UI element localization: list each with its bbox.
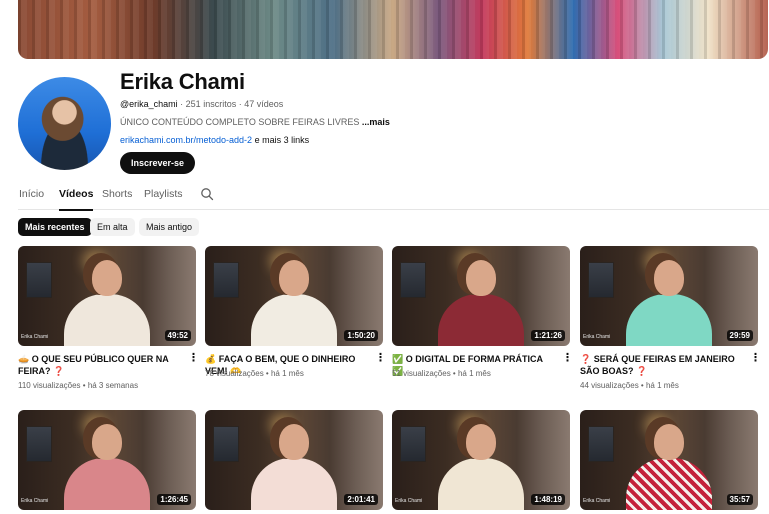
view-count: 51 visualizações xyxy=(392,369,451,378)
video-stats: 110 visualizações • há 3 semanas xyxy=(18,381,139,390)
thumbnail-brand: Erika Chami xyxy=(583,498,611,504)
video-title[interactable]: 🥧 O QUE SEU PÚBLICO QUER NA FEIRA? ❓ xyxy=(18,353,180,377)
view-count: 110 visualizações xyxy=(18,381,81,390)
video-duration: 1:50:20 xyxy=(344,330,378,341)
thumbnail-brand: Erika Chami xyxy=(583,334,611,340)
video-age: há 3 semanas xyxy=(87,381,139,390)
view-count: 78 visualizações xyxy=(205,369,264,378)
tab-videos[interactable]: Vídeos xyxy=(59,188,94,211)
subscriber-count: 251 inscritos xyxy=(185,99,237,109)
video-thumbnail[interactable]: Erika Chami 35:57 xyxy=(580,410,758,510)
video-duration: 2:01:41 xyxy=(344,494,378,505)
video-age: há 1 mês xyxy=(270,369,304,378)
video-duration: 35:57 xyxy=(726,494,753,505)
description-more-button[interactable]: ...mais xyxy=(362,117,390,127)
subscribe-button[interactable]: Inscrever-se xyxy=(120,152,196,174)
video-thumbnail[interactable]: 2:01:41 xyxy=(205,410,383,510)
search-icon[interactable] xyxy=(200,187,214,201)
tab-shorts[interactable]: Shorts xyxy=(102,188,132,200)
channel-handle: @erika_chami xyxy=(120,99,178,109)
more-vert-icon[interactable]: ⋮ xyxy=(375,352,386,364)
video-duration: 49:52 xyxy=(164,330,191,341)
more-vert-icon[interactable]: ⋮ xyxy=(188,352,199,364)
view-count: 44 visualizações xyxy=(580,381,639,390)
video-thumbnail[interactable]: Erika Chami 1:48:19 xyxy=(392,410,570,510)
chip-mais-antigo[interactable]: Mais antigo xyxy=(139,218,200,236)
chip-mais-recentes[interactable]: Mais recentes xyxy=(18,218,92,236)
video-thumbnail[interactable]: 1:50:20 xyxy=(205,246,383,346)
video-duration: 1:48:19 xyxy=(531,494,565,505)
video-thumbnail[interactable]: Erika Chami 29:59 xyxy=(580,246,758,346)
tab-playlists[interactable]: Playlists xyxy=(144,188,183,200)
video-stats: 44 visualizações • há 1 mês xyxy=(580,381,679,390)
video-title[interactable]: ❓ SERÁ QUE FEIRAS EM JANEIRO SÃO BOAS? ❓ xyxy=(580,353,742,377)
thumbnail-brand: Erika Chami xyxy=(21,334,49,340)
chip-em-alta[interactable]: Em alta xyxy=(90,218,135,236)
video-age: há 1 mês xyxy=(457,369,491,378)
channel-banner xyxy=(18,0,768,59)
video-thumbnail[interactable]: 1:21:26 xyxy=(392,246,570,346)
channel-avatar[interactable] xyxy=(18,77,111,170)
channel-tabs: Início Vídeos Shorts Playlists xyxy=(18,182,769,211)
video-stats: 78 visualizações • há 1 mês xyxy=(205,369,304,378)
video-duration: 29:59 xyxy=(726,330,753,341)
video-duration: 1:21:26 xyxy=(531,330,565,341)
video-thumbnail[interactable]: Erika Chami 49:52 xyxy=(18,246,196,346)
more-vert-icon[interactable]: ⋮ xyxy=(562,352,573,364)
more-links-button[interactable]: e mais 3 links xyxy=(255,135,310,145)
channel-meta: @erika_chami · 251 inscritos · 47 vídeos xyxy=(120,99,283,109)
channel-links: erikachami.com.br/metodo-add-2 e mais 3 … xyxy=(120,135,309,145)
thumbnail-brand: Erika Chami xyxy=(21,498,49,504)
channel-link[interactable]: erikachami.com.br/metodo-add-2 xyxy=(120,135,252,145)
video-age: há 1 mês xyxy=(645,381,679,390)
video-count: 47 vídeos xyxy=(244,99,284,109)
channel-description[interactable]: ÚNICO CONTEÚDO COMPLETO SOBRE FEIRAS LIV… xyxy=(120,117,390,127)
video-stats: 51 visualizações • há 1 mês xyxy=(392,369,491,378)
channel-name: Erika Chami xyxy=(120,69,245,94)
thumbnail-brand: Erika Chami xyxy=(395,498,423,504)
tab-home[interactable]: Início xyxy=(19,188,44,200)
video-duration: 1:26:45 xyxy=(157,494,191,505)
description-text: ÚNICO CONTEÚDO COMPLETO SOBRE FEIRAS LIV… xyxy=(120,117,360,127)
more-vert-icon[interactable]: ⋮ xyxy=(750,352,761,364)
video-thumbnail[interactable]: Erika Chami 1:26:45 xyxy=(18,410,196,510)
